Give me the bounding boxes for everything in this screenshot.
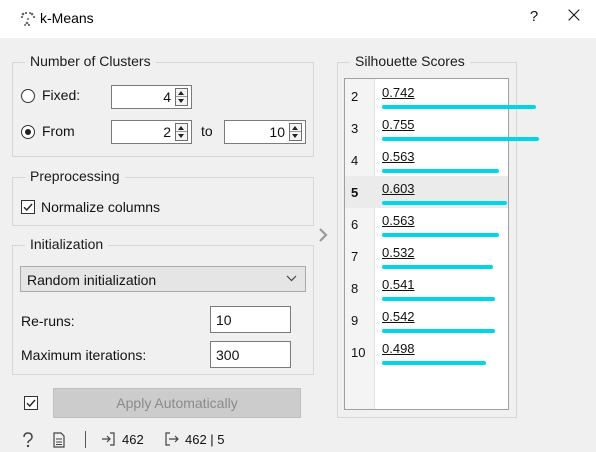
silhouette-list[interactable]: 2 0.742 3 0.755 4 0.563 5 0.603 6 0.563 7 0.532 8 0.5… (344, 78, 539, 410)
cluster-count: 5 (351, 185, 359, 200)
to-label: to (201, 123, 213, 139)
cluster-count: 9 (351, 313, 359, 328)
checkmark-icon (26, 399, 36, 408)
silhouette-row[interactable]: 3 0.755 (345, 112, 539, 144)
silhouette-row[interactable]: 9 0.542 (345, 304, 508, 336)
silhouette-score: 0.603 (382, 181, 415, 196)
silhouette-score: 0.542 (382, 309, 415, 324)
normalize-checkbox[interactable] (21, 200, 35, 214)
silhouette-scores-title: Silhouette Scores (350, 53, 470, 69)
close-button[interactable]: × (563, 5, 585, 27)
silhouette-score: 0.541 (382, 277, 415, 292)
cluster-count: 6 (351, 217, 359, 232)
reruns-label: Re-runs: (21, 313, 75, 329)
report-icon[interactable] (53, 432, 65, 448)
normalize-label[interactable]: Normalize columns (41, 199, 160, 215)
maxiter-input[interactable] (211, 342, 290, 367)
to-spinbox[interactable]: 10 (224, 120, 306, 144)
window-title: k-Means (40, 10, 94, 26)
input-data-icon (102, 432, 115, 446)
help-icon[interactable] (22, 432, 34, 448)
spin-up-icon[interactable] (290, 124, 301, 132)
silhouette-row[interactable]: 7 0.532 (345, 240, 508, 272)
from-radio[interactable] (21, 125, 35, 139)
silhouette-bar (382, 233, 499, 237)
initialization-method-value: Random initialization (27, 272, 157, 288)
cluster-count: 10 (351, 345, 366, 360)
silhouette-row[interactable]: 2 0.742 (345, 80, 536, 112)
from-value: 2 (163, 124, 171, 140)
chevron-right-icon[interactable] (316, 226, 330, 244)
cluster-count: 2 (351, 89, 359, 104)
help-button[interactable]: ? (526, 8, 542, 25)
cluster-count: 4 (351, 153, 359, 168)
maxiter-label: Maximum iterations: (21, 347, 147, 363)
number-of-clusters-title: Number of Clusters (25, 53, 156, 69)
cluster-count: 8 (351, 281, 359, 296)
silhouette-row[interactable]: 10 0.498 (345, 336, 508, 368)
silhouette-score: 0.742 (382, 85, 415, 100)
silhouette-bar (382, 169, 499, 173)
spin-up-icon[interactable] (176, 89, 187, 97)
status-bar: 462 462 | 5 (0, 428, 596, 452)
fixed-label[interactable]: Fixed: (42, 87, 80, 103)
initialization-title: Initialization (25, 236, 109, 252)
silhouette-bar (382, 361, 486, 365)
spin-down-icon[interactable] (176, 132, 187, 140)
silhouette-score: 0.755 (382, 117, 415, 132)
cluster-count: 7 (351, 249, 359, 264)
silhouette-score: 0.498 (382, 341, 415, 356)
silhouette-row[interactable]: 8 0.541 (345, 272, 508, 304)
silhouette-score: 0.532 (382, 245, 415, 260)
silhouette-bar (382, 297, 495, 301)
cluster-count: 3 (351, 121, 359, 136)
initialization-method-select[interactable]: Random initialization (20, 266, 306, 292)
preprocessing-title: Preprocessing (25, 168, 125, 184)
silhouette-score: 0.563 (382, 213, 415, 228)
chevron-down-icon (286, 275, 297, 282)
maxiter-field[interactable] (210, 341, 291, 368)
from-spinbox[interactable]: 2 (111, 120, 192, 144)
output-data-icon (165, 432, 179, 446)
silhouette-row[interactable]: 4 0.563 (345, 144, 508, 176)
silhouette-bar (382, 105, 536, 109)
reruns-field[interactable] (210, 306, 291, 333)
silhouette-bar (382, 137, 539, 141)
silhouette-bar (382, 265, 493, 269)
status-separator (85, 431, 86, 448)
spin-up-icon[interactable] (176, 124, 187, 132)
auto-apply-checkbox[interactable] (24, 396, 38, 410)
checkmark-icon (23, 203, 33, 212)
to-spin-arrows[interactable] (289, 123, 302, 141)
silhouette-score: 0.563 (382, 149, 415, 164)
from-label[interactable]: From (42, 123, 75, 139)
fixed-spinbox[interactable]: 4 (111, 85, 192, 109)
to-value: 10 (269, 124, 285, 140)
title-bar: k-Means ? × (0, 0, 596, 38)
from-spin-arrows[interactable] (175, 123, 188, 141)
fixed-value: 4 (163, 89, 171, 105)
apply-button[interactable]: Apply Automatically (53, 388, 301, 418)
kmeans-app-icon (20, 11, 36, 27)
fixed-spin-arrows[interactable] (175, 88, 188, 106)
input-count: 462 (122, 432, 144, 447)
spin-down-icon[interactable] (176, 97, 187, 105)
silhouette-row[interactable]: 5 0.603 (345, 176, 508, 208)
output-count: 462 | 5 (185, 432, 225, 447)
reruns-input[interactable] (211, 307, 290, 332)
silhouette-row[interactable]: 6 0.563 (345, 208, 508, 240)
spin-down-icon[interactable] (290, 132, 301, 140)
silhouette-bar (382, 201, 507, 205)
silhouette-bar (382, 329, 495, 333)
fixed-radio[interactable] (21, 89, 35, 103)
